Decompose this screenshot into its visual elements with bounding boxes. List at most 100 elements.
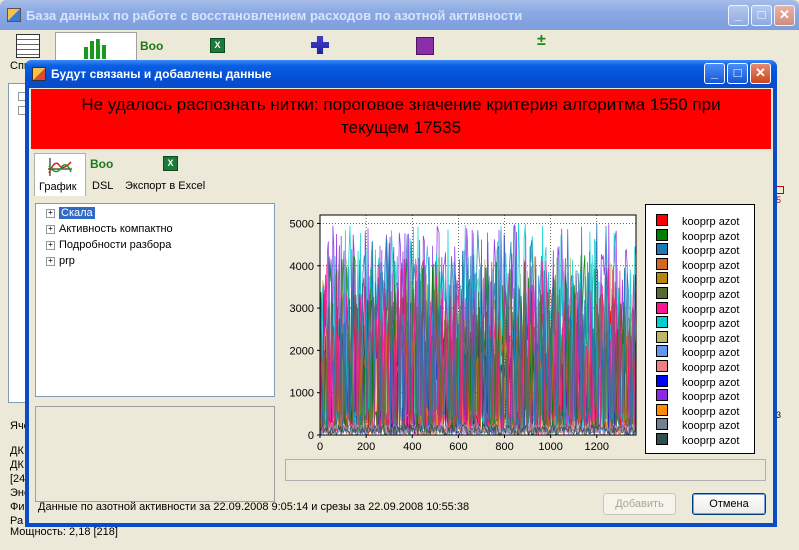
legend-item: kooprp azot	[656, 330, 739, 346]
legend-item: kooprp azot	[656, 374, 740, 390]
excel-export-icon[interactable]: X	[163, 156, 178, 171]
legend-label: kooprp azot	[682, 435, 740, 447]
legend-swatch	[656, 345, 668, 358]
legend-label: kooprp azot	[682, 347, 740, 360]
chart-tab-button[interactable]: График	[34, 153, 86, 196]
y-tick-label: 1000	[290, 388, 314, 400]
minimize-button[interactable]: _	[728, 5, 749, 26]
dialog-title-bar[interactable]: Будут связаны и добавлены данные _ □ ✕	[25, 60, 777, 88]
plus-minus-icon[interactable]: ±	[537, 32, 546, 50]
legend-swatch	[656, 243, 668, 256]
legend-label: kooprp azot	[682, 230, 740, 243]
legend-swatch	[656, 301, 668, 314]
chart-line-icon	[48, 158, 72, 176]
legend-item: kooprp azot	[656, 301, 740, 317]
plus-cross-icon[interactable]	[311, 36, 329, 54]
legend-item: kooprp azot	[656, 228, 740, 244]
dialog-toolbar: График Boo DSL X Экспорт в Excel	[29, 150, 773, 198]
legend-swatch	[656, 403, 668, 416]
dialog-window: Будут связаны и добавлены данные _ □ ✕ Н…	[25, 60, 777, 527]
main-toolbar: Спи Boo X ±	[4, 30, 794, 72]
legend-item: kooprp azot	[656, 214, 739, 229]
legend-item: kooprp azot	[656, 389, 739, 404]
legend-swatch	[656, 257, 668, 270]
expand-icon[interactable]: +	[46, 241, 55, 250]
legend-item: kooprp azot	[656, 316, 739, 331]
y-tick-label: 3000	[290, 303, 314, 315]
main-bottom-text: Мощность: 2,18 [218]	[10, 526, 118, 538]
tree-item-label[interactable]: Активность компактно	[59, 223, 173, 235]
legend-label: kooprp azot	[682, 405, 740, 418]
tree-item-scale[interactable]: + Скала	[46, 206, 95, 221]
error-banner: Не удалось распознать нитки: пороговое з…	[31, 89, 771, 149]
y-tick-label: 0	[308, 430, 314, 442]
add-button[interactable]: Добавить	[603, 493, 676, 515]
dialog-close-button[interactable]: ✕	[750, 63, 771, 84]
bar-chart-icon	[84, 39, 106, 59]
y-tick-label: 5000	[290, 218, 314, 230]
legend-label: kooprp azot	[682, 303, 740, 316]
dialog-client: Не удалось распознать нитки: пороговое з…	[29, 88, 773, 523]
legend-item: kooprp azot	[656, 403, 740, 419]
side-text-3: [24	[10, 473, 26, 485]
dialog-maximize-button[interactable]: □	[727, 63, 748, 84]
legend-item: kooprp azot	[656, 345, 739, 360]
main-title-bar[interactable]: База данных по работе с восстановлением …	[0, 0, 799, 30]
legend-label: kooprp azot	[682, 216, 740, 228]
legend-item: kooprp azot	[656, 418, 739, 433]
cancel-button[interactable]: Отмена	[692, 493, 766, 515]
legend-swatch	[656, 389, 668, 402]
excel-export-label[interactable]: Экспорт в Excel	[125, 180, 205, 192]
tree-item-details[interactable]: + Подробности разбора	[46, 238, 171, 253]
tree-item-prp[interactable]: + prp	[46, 254, 75, 269]
legend-item: kooprp azot	[656, 272, 739, 287]
progress-bar	[285, 459, 766, 481]
app-icon	[7, 8, 21, 22]
dialog-minimize-button[interactable]: _	[704, 63, 725, 84]
dialog-app-icon	[32, 67, 46, 81]
expand-icon[interactable]: +	[46, 225, 55, 234]
legend-label: kooprp azot	[682, 376, 740, 389]
legend-swatch	[656, 360, 668, 372]
chart-legend: kooprp azot kooprp azot kooprp azot kooprp …	[645, 204, 755, 454]
error-message: Не удалось распознать нитки: пороговое з…	[81, 95, 721, 137]
excel-icon[interactable]: X	[210, 38, 225, 53]
legend-label: kooprp azot	[682, 259, 740, 272]
legend-label: kooprp azot	[682, 289, 740, 301]
x-tick-label: 400	[403, 441, 421, 453]
tree-item-label[interactable]: Подробности разбора	[59, 239, 171, 251]
legend-swatch	[656, 374, 668, 387]
legend-swatch	[656, 433, 668, 445]
legend-label: kooprp azot	[682, 274, 740, 287]
chart-tab-label: График	[39, 181, 77, 193]
legend-swatch	[656, 418, 668, 431]
legend-label: kooprp azot	[682, 245, 740, 258]
tree-item-activity[interactable]: + Активность компактно	[46, 222, 173, 237]
x-tick-label: 600	[449, 441, 467, 453]
legend-label: kooprp azot	[682, 318, 740, 331]
dsl-label[interactable]: DSL	[92, 180, 113, 192]
dsl-icon[interactable]: Boo	[90, 157, 113, 171]
legend-swatch	[656, 316, 668, 329]
legend-swatch	[656, 330, 668, 343]
main-boo-label[interactable]: Boo	[140, 39, 163, 53]
legend-item: kooprp azot	[656, 243, 739, 258]
expand-icon[interactable]: +	[46, 209, 55, 218]
legend-item: kooprp azot	[656, 360, 739, 375]
expand-icon[interactable]: +	[46, 257, 55, 266]
legend-item: kooprp azot	[656, 287, 739, 302]
legend-label: kooprp azot	[682, 362, 740, 374]
maximize-button[interactable]: □	[751, 5, 772, 26]
close-button[interactable]: ✕	[774, 5, 795, 26]
main-chart-tab[interactable]	[55, 32, 137, 63]
main-right-box	[776, 186, 784, 194]
list-icon[interactable]	[16, 34, 40, 58]
nitrogen-activity-chart: 0 1000 2000 3000 4000 5000 0 200 400 600 800 1000 12…	[290, 214, 637, 453]
x-tick-label: 800	[495, 441, 513, 453]
legend-swatch	[656, 228, 668, 241]
save-disk-icon[interactable]	[416, 37, 434, 55]
tree-item-label[interactable]: prp	[59, 255, 75, 267]
status-text: Данные по азотной активности за 22.09.20…	[38, 501, 470, 513]
side-text-2: ДК	[10, 459, 24, 471]
tree-item-label[interactable]: Скала	[59, 207, 95, 219]
